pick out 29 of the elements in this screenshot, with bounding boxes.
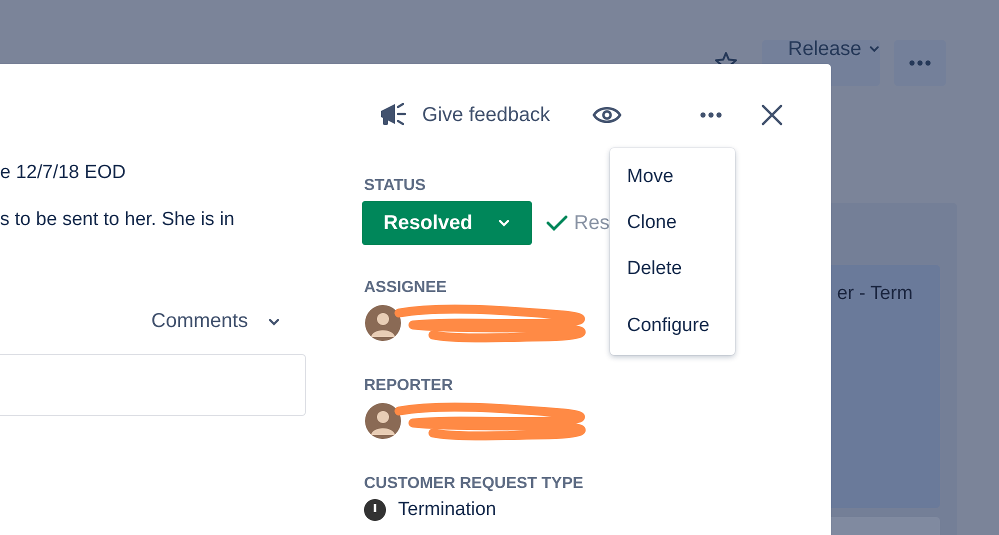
menu-item[interactable]: Clone	[610, 200, 735, 246]
description-text: e 12/7/18 EOD	[0, 162, 127, 184]
field-label: ASSIGNEE	[364, 279, 448, 297]
activity-filter[interactable]: Comments	[151, 310, 280, 333]
feedback-button[interactable]: Give feedback	[378, 101, 550, 129]
menu-item[interactable]: Configure	[610, 303, 735, 349]
more-icon	[908, 59, 932, 67]
field-label: CUSTOMER REQUEST TYPE	[364, 475, 584, 493]
close-icon[interactable]	[761, 104, 783, 126]
request-type-value: Termination	[398, 499, 496, 521]
eye-icon[interactable]	[592, 104, 622, 126]
menu-item[interactable]: Delete	[610, 246, 735, 292]
comment-field[interactable]	[0, 354, 306, 416]
field-label: STATUS	[364, 177, 427, 195]
avatar-icon	[365, 305, 401, 341]
menu-item[interactable]: Move	[610, 154, 735, 200]
card-title: er - Term	[837, 283, 913, 304]
check-icon	[546, 214, 568, 232]
status-dropdown[interactable]: Resolved	[362, 201, 532, 245]
resolution-text: Res	[574, 212, 610, 234]
chevron-down-icon	[268, 318, 280, 326]
alert-icon	[364, 499, 386, 521]
field-label: REPORTER	[364, 377, 454, 395]
chevron-down-icon	[869, 45, 880, 53]
more-button[interactable]	[894, 40, 946, 86]
description-text: s to be sent to her. She is in	[0, 209, 236, 231]
more-icon[interactable]	[699, 111, 723, 119]
avatar-icon	[365, 403, 401, 439]
chevron-down-icon	[498, 219, 510, 227]
